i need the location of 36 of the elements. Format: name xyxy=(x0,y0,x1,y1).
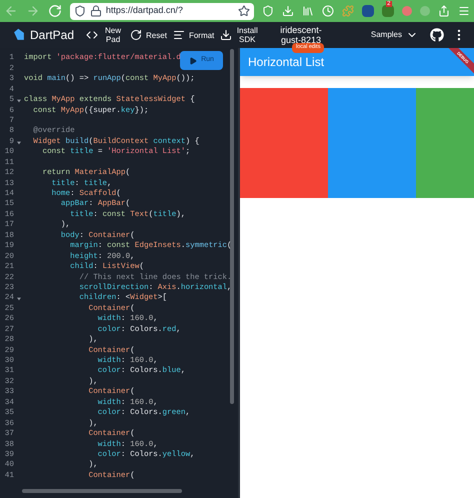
project-name: iridescent- gust-8213 xyxy=(280,25,322,45)
clock-icon[interactable] xyxy=(322,5,334,17)
toolbar-button[interactable]: Reset xyxy=(130,29,167,41)
fold-arrow-icon[interactable] xyxy=(17,297,21,302)
extension-icon[interactable] xyxy=(362,5,374,17)
extension-icon[interactable] xyxy=(382,5,394,17)
url-text: https://dartpad.cn/? xyxy=(106,4,184,18)
vertical-scrollbar[interactable] xyxy=(230,49,234,404)
samples-dropdown[interactable]: Samples xyxy=(370,29,418,41)
github-icon[interactable] xyxy=(430,28,444,42)
url-field[interactable]: https://dartpad.cn/? xyxy=(70,2,254,20)
horizontal-scrollbar[interactable] xyxy=(22,489,182,493)
shield-icon xyxy=(74,5,86,17)
code-icon xyxy=(86,29,98,41)
fold-arrow-icon[interactable] xyxy=(17,140,21,145)
toolbar-button[interactable]: Install SDK xyxy=(220,26,258,44)
lock-icon xyxy=(90,5,102,17)
library-icon[interactable] xyxy=(302,5,314,17)
share-icon[interactable] xyxy=(438,5,450,17)
download-icon xyxy=(220,29,232,41)
reload-icon[interactable] xyxy=(48,4,62,18)
fold-arrow-icon[interactable] xyxy=(17,98,21,103)
star-icon[interactable] xyxy=(238,5,250,17)
code-editor[interactable] xyxy=(0,48,238,498)
toolbar-button[interactable]: Format xyxy=(172,29,214,41)
back-icon[interactable] xyxy=(4,4,18,18)
align-icon xyxy=(172,29,185,41)
app-name: DartPad xyxy=(30,27,74,44)
app-bar-title: Horizontal List xyxy=(248,54,324,71)
toolbar-button[interactable]: New Pad xyxy=(86,26,124,44)
menu-icon[interactable] xyxy=(458,5,470,17)
download-icon[interactable] xyxy=(282,5,294,17)
refresh-icon xyxy=(130,29,142,41)
play-icon xyxy=(189,56,198,64)
dart-logo-icon xyxy=(12,28,26,42)
forward-icon[interactable] xyxy=(26,4,40,18)
